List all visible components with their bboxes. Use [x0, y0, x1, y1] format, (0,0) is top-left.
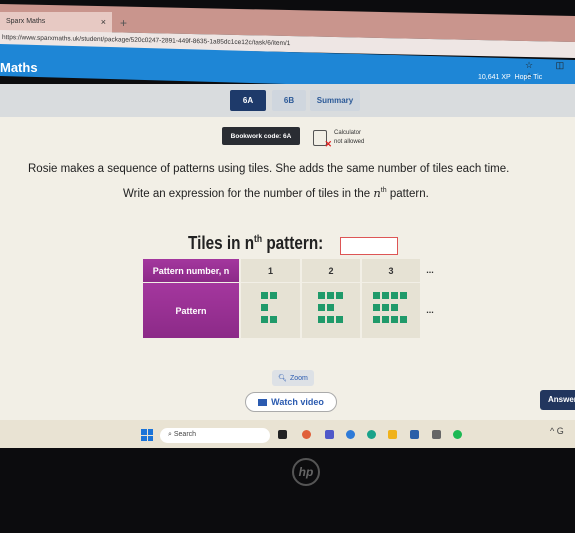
zoom-label: Zoom: [289, 374, 308, 382]
tab-title: Sparx Maths: [6, 18, 46, 25]
tile: [391, 292, 398, 299]
taskbar: [0, 420, 575, 448]
answer-button[interactable]: Answer: [540, 390, 575, 410]
calculator-label: Calculator: [334, 130, 362, 136]
calculator-not-allowed-icon: [313, 130, 332, 150]
table-header-label: Pattern number, n: [143, 259, 239, 282]
xp-count: 10,641 XP: [478, 74, 511, 81]
tile: [326, 316, 334, 323]
windows-start-icon[interactable]: [141, 429, 153, 441]
tile: [373, 292, 380, 299]
tile: [382, 316, 389, 323]
calculator-status: not allowed: [334, 139, 365, 145]
column-header: 1: [241, 259, 300, 282]
copilot-icon[interactable]: [302, 430, 311, 439]
tile: [326, 292, 334, 299]
question-instruction: Write an expression for the number of ti…: [123, 186, 429, 200]
tile: [270, 292, 277, 299]
bookwork-code-badge: Bookwork code: 6A: [222, 127, 300, 145]
tile: [373, 316, 380, 323]
tab-6a[interactable]: 6A: [230, 90, 266, 111]
ellipsis: ...: [426, 304, 434, 315]
spotify-icon[interactable]: [453, 430, 462, 439]
column-header: 2: [302, 259, 360, 282]
tile: [382, 304, 389, 311]
tile: [261, 304, 268, 311]
table-row-label: Pattern: [143, 283, 239, 338]
answer-heading: Tiles in nth pattern:: [188, 233, 324, 253]
system-tray-icon[interactable]: ^ G: [550, 426, 564, 436]
tile: [400, 292, 407, 299]
tab-summary[interactable]: Summary: [310, 90, 360, 111]
tile: [382, 292, 389, 299]
app-icon[interactable]: [432, 430, 441, 439]
video-camera-icon: [258, 398, 268, 406]
taskbar-search[interactable]: ⌕ Search: [160, 428, 270, 443]
tile: [391, 316, 398, 323]
edge-icon[interactable]: [367, 430, 376, 439]
zoom-button[interactable]: 🔍︎ Zoom: [272, 370, 314, 386]
magnifier-icon: 🔍︎: [278, 375, 287, 382]
teams-icon[interactable]: [325, 430, 334, 439]
tile: [261, 316, 268, 323]
tile: [373, 304, 380, 311]
tile: [335, 292, 343, 299]
tile: [261, 292, 268, 299]
brand-title: Maths: [0, 60, 38, 75]
question-text: Rosie makes a sequence of patterns using…: [28, 163, 510, 175]
user-name[interactable]: Hope Tic: [515, 74, 543, 81]
close-tab-icon[interactable]: ×: [101, 17, 106, 27]
watch-video-label: Watch video: [271, 397, 324, 407]
tile: [326, 304, 334, 311]
file-explorer-icon[interactable]: [388, 430, 397, 439]
tile: [317, 292, 325, 299]
tile: [400, 316, 407, 323]
store-icon[interactable]: [410, 430, 419, 439]
tile: [270, 316, 277, 323]
ellipsis: ...: [426, 264, 434, 275]
tile: [317, 316, 325, 323]
task-view-icon[interactable]: [278, 430, 287, 439]
answer-input[interactable]: [340, 237, 398, 255]
watch-video-button[interactable]: Watch video: [245, 392, 337, 412]
tile: [391, 304, 398, 311]
tile: [317, 304, 325, 311]
search-label: Search: [173, 431, 197, 438]
column-header: 3: [362, 259, 420, 282]
new-tab-button[interactable]: +: [120, 16, 127, 30]
user-info: 10,641 XP Hope Tic: [478, 74, 542, 81]
tile: [335, 316, 343, 323]
tab-6b[interactable]: 6B: [272, 90, 306, 111]
edge-beta-icon[interactable]: [346, 430, 355, 439]
hp-logo: hp: [292, 458, 320, 486]
